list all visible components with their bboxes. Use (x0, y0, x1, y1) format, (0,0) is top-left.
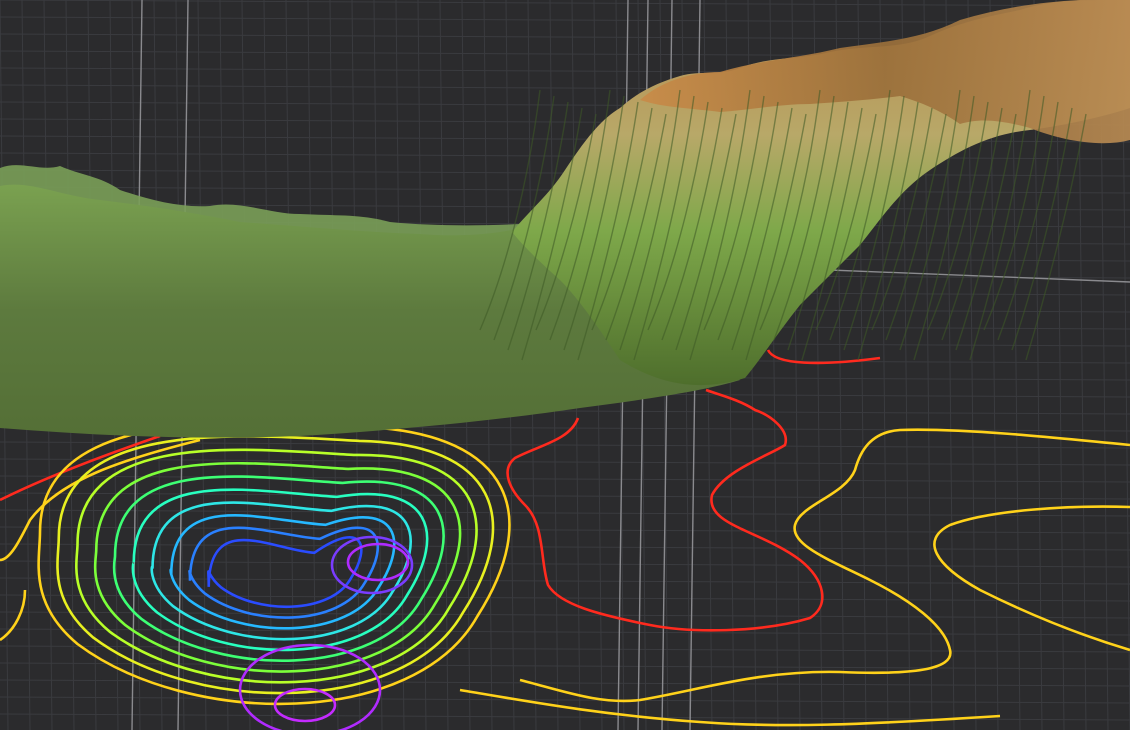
contour-yellow-left-low (0, 589, 27, 642)
grid-line-horizontal (0, 628, 1130, 636)
grid-line-horizontal (0, 611, 1130, 619)
grid-line-horizontal (0, 696, 1130, 704)
grid-line-horizontal (0, 0, 1130, 7)
cliff-striation (1011, 107, 1073, 351)
grid-line-horizontal (0, 509, 1130, 517)
contour-yellow-right-2 (933, 505, 1130, 652)
contour-yellow-bottom (459, 688, 1001, 727)
basin-contours (37, 421, 511, 730)
grid-line-horizontal (0, 475, 1130, 483)
grid-line-horizontal (0, 492, 1130, 500)
grid-line-horizontal (0, 543, 1130, 551)
grid-line-horizontal (0, 458, 1130, 466)
terrain-3d-view[interactable] (0, 0, 1130, 730)
basin-contour-inner (238, 643, 382, 730)
grid-line-horizontal (0, 526, 1130, 534)
grid-line-horizontal (0, 679, 1130, 687)
grid-line-horizontal (0, 560, 1130, 568)
grid-line-horizontal (0, 152, 1130, 160)
basin-contour-ring (56, 435, 495, 695)
